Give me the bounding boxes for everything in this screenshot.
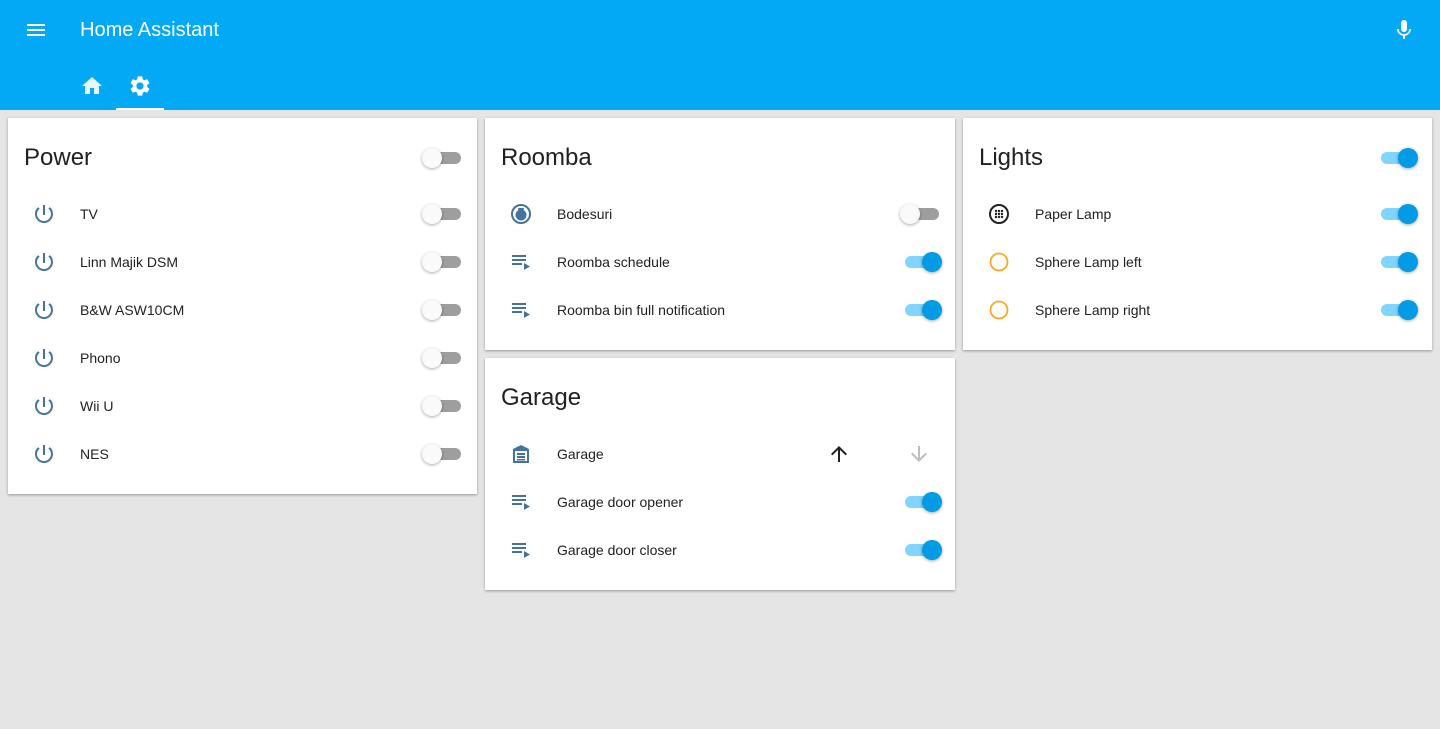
power-icon xyxy=(32,298,56,322)
entity-label: Phono xyxy=(80,350,121,366)
power-card: Power TV Linn Majik DSM B&W ASW10CM Phon… xyxy=(8,118,477,494)
tab-settings[interactable] xyxy=(116,62,164,110)
entity-row: Roomba bin full notification xyxy=(485,290,955,330)
sphere-lamp-right-toggle[interactable] xyxy=(1379,300,1418,320)
roomba-schedule-toggle[interactable] xyxy=(903,252,942,272)
home-icon xyxy=(82,77,102,94)
lights-card: Lights Paper Lamp Sphere Lamp left Spher… xyxy=(963,118,1432,350)
garage-door-opener-toggle[interactable] xyxy=(903,492,942,512)
entity-row: NES xyxy=(8,434,477,474)
entity-row: Garage door closer xyxy=(485,530,955,570)
power-group-toggle[interactable] xyxy=(422,148,461,168)
garage-icon xyxy=(509,442,533,466)
app-toolbar: Home Assistant xyxy=(0,0,1440,110)
tv-toggle[interactable] xyxy=(422,204,461,224)
entity-row: Garage xyxy=(485,434,955,474)
close-cover-button[interactable] xyxy=(907,442,931,466)
entity-row: TV xyxy=(8,194,477,234)
tab-home[interactable] xyxy=(68,62,116,110)
power-icon xyxy=(32,442,56,466)
nes-toggle[interactable] xyxy=(422,444,461,464)
entity-label: Linn Majik DSM xyxy=(80,254,179,270)
entity-row: Wii U xyxy=(8,386,477,426)
bulb-outline-icon xyxy=(987,250,1011,274)
card-title: Garage xyxy=(501,384,582,411)
script-playlist-icon xyxy=(509,490,533,514)
entity-label: Roomba schedule xyxy=(557,254,670,270)
menu-icon xyxy=(27,24,45,36)
garage-door-closer-toggle[interactable] xyxy=(903,540,942,560)
entity-row: B&W ASW10CM xyxy=(8,290,477,330)
entity-row: Garage door opener xyxy=(485,482,955,522)
entity-row: Sphere Lamp right xyxy=(963,290,1432,330)
microphone-icon xyxy=(1397,20,1411,39)
garage-card: Garage Garage Garage door opener Garage … xyxy=(485,358,955,590)
wii-u-toggle[interactable] xyxy=(422,396,461,416)
entity-label: NES xyxy=(80,446,109,462)
entity-label: B&W ASW10CM xyxy=(80,302,185,318)
entity-row: Linn Majik DSM xyxy=(8,242,477,282)
card-title: Roomba xyxy=(501,144,592,171)
script-playlist-icon xyxy=(509,250,533,274)
menu-button[interactable] xyxy=(16,10,56,50)
paper-lamp-toggle[interactable] xyxy=(1379,204,1418,224)
open-cover-button[interactable] xyxy=(827,442,851,466)
entity-label: Bodesuri xyxy=(557,206,613,222)
roomba-bin-notification-toggle[interactable] xyxy=(903,300,942,320)
entity-label: Garage door closer xyxy=(557,542,677,558)
roomba-card: Roomba Bodesuri Roomba schedule Roomba b… xyxy=(485,118,955,350)
card-title: Lights xyxy=(979,144,1044,171)
entity-label: Garage xyxy=(557,446,604,462)
bodesuri-toggle[interactable] xyxy=(900,204,939,224)
lights-group-toggle[interactable] xyxy=(1379,148,1418,168)
power-icon xyxy=(32,250,56,274)
arrow-up-icon xyxy=(831,446,847,462)
arrow-down-icon xyxy=(911,446,927,462)
entity-label: Roomba bin full notification xyxy=(557,302,726,318)
power-icon xyxy=(32,346,56,370)
entity-label: Sphere Lamp right xyxy=(1035,302,1151,318)
entity-label: Sphere Lamp left xyxy=(1035,254,1142,270)
entity-row: Sphere Lamp left xyxy=(963,242,1432,282)
entity-row: Phono xyxy=(8,338,477,378)
card-title: Power xyxy=(24,144,93,171)
entity-row: Roomba schedule xyxy=(485,242,955,282)
power-icon xyxy=(32,394,56,418)
entity-label: TV xyxy=(80,206,98,222)
entity-row: Paper Lamp xyxy=(963,194,1432,234)
power-icon xyxy=(32,202,56,226)
linn-majik-dsm-toggle[interactable] xyxy=(422,252,461,272)
app-title: Home Assistant xyxy=(80,19,219,41)
gear-icon xyxy=(130,76,150,96)
tab-selection-indicator xyxy=(116,108,164,110)
entity-label: Garage door opener xyxy=(557,494,684,510)
entity-row: Bodesuri xyxy=(485,194,955,234)
bulb-outline-icon xyxy=(987,298,1011,322)
sphere-lamp-left-toggle[interactable] xyxy=(1379,252,1418,272)
script-playlist-icon xyxy=(509,538,533,562)
robot-vacuum-icon xyxy=(509,202,533,226)
voice-command-button[interactable] xyxy=(1384,10,1424,50)
phono-toggle[interactable] xyxy=(422,348,461,368)
script-playlist-icon xyxy=(509,298,533,322)
entity-label: Wii U xyxy=(80,398,114,414)
entity-label: Paper Lamp xyxy=(1035,206,1112,222)
bw-asw10cm-toggle[interactable] xyxy=(422,300,461,320)
light-grid-icon xyxy=(987,202,1011,226)
